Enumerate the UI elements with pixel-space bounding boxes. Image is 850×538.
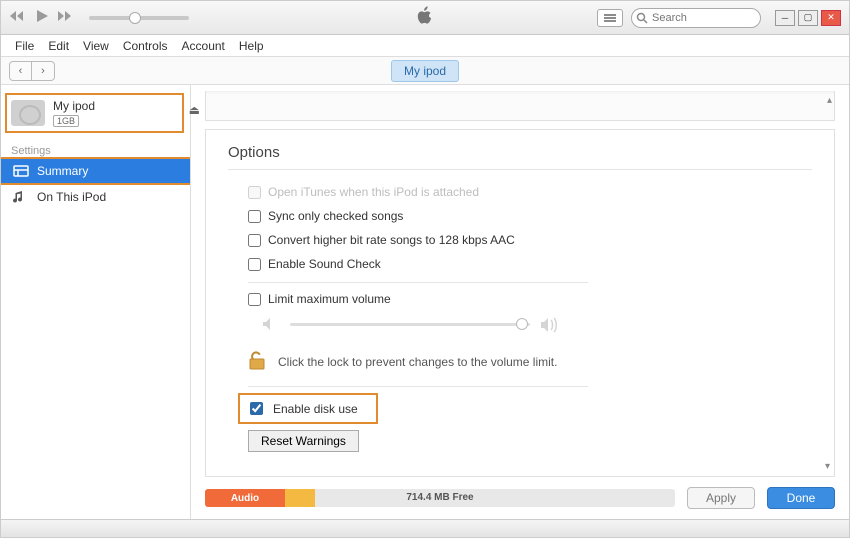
done-button[interactable]: Done — [767, 487, 835, 509]
minimize-button[interactable]: ─ — [775, 10, 795, 26]
checkbox-convert[interactable] — [248, 234, 261, 247]
back-button[interactable]: ‹ — [10, 62, 32, 80]
lock-icon[interactable] — [248, 349, 266, 374]
sidebar-item-on-ipod[interactable]: On This iPod — [1, 185, 190, 209]
apply-button[interactable]: Apply — [687, 487, 755, 509]
options-panel: Options Open iTunes when this iPod is at… — [205, 129, 835, 477]
storage-bar: Audio 714.4 MB Free — [205, 489, 675, 507]
option-sound-check[interactable]: Enable Sound Check — [228, 252, 812, 276]
play-icon[interactable] — [35, 9, 49, 26]
menu-help[interactable]: Help — [233, 37, 270, 55]
menu-account[interactable]: Account — [176, 37, 231, 55]
summary-icon — [13, 164, 29, 178]
option-sync-checked[interactable]: Sync only checked songs — [228, 204, 812, 228]
checkbox-limit-volume[interactable] — [248, 293, 261, 306]
sidebar: My ipod 1GB ⏏ Settings Summary On This i… — [1, 85, 191, 519]
rewind-icon[interactable] — [9, 10, 27, 25]
storage-audio-segment: Audio — [205, 489, 285, 507]
breadcrumb-bar: ‹ › My ipod — [1, 57, 849, 85]
checkbox-open-itunes[interactable] — [248, 186, 261, 199]
menu-edit[interactable]: Edit — [42, 37, 75, 55]
close-button[interactable]: ✕ — [821, 10, 841, 26]
maximize-button[interactable]: ▢ — [798, 10, 818, 26]
player-toolbar: ─ ▢ ✕ — [1, 1, 849, 35]
checkbox-sync-checked[interactable] — [248, 210, 261, 223]
music-note-icon — [13, 190, 29, 204]
status-bar — [1, 519, 849, 537]
volume-slider[interactable] — [89, 16, 189, 20]
search-input[interactable] — [631, 8, 761, 28]
playback-controls — [9, 9, 75, 26]
content-area: ▴ Options Open iTunes when this iPod is … — [191, 85, 849, 519]
window-controls: ─ ▢ ✕ — [775, 10, 841, 26]
forward-button[interactable]: › — [32, 62, 54, 80]
option-limit-volume[interactable]: Limit maximum volume — [228, 287, 812, 311]
top-panel-stub: ▴ — [205, 91, 835, 121]
device-name: My ipod — [53, 99, 95, 113]
lock-hint-text: Click the lock to prevent changes to the… — [278, 355, 557, 369]
menu-bar: File Edit View Controls Account Help — [1, 35, 849, 57]
sidebar-on-ipod-label: On This iPod — [37, 190, 106, 204]
option-open-itunes[interactable]: Open iTunes when this iPod is attached — [228, 180, 812, 204]
apple-logo-icon — [416, 6, 434, 29]
volume-limit-slider[interactable] — [290, 323, 530, 326]
sidebar-item-summary[interactable]: Summary — [1, 157, 190, 185]
device-capacity: 1GB — [53, 115, 79, 127]
bottom-bar: Audio 714.4 MB Free Apply Done — [191, 477, 849, 519]
volume-limit-row — [228, 311, 812, 341]
options-title: Options — [228, 144, 812, 170]
ipod-icon — [11, 100, 45, 126]
device-entry[interactable]: My ipod 1GB ⏏ — [5, 93, 184, 133]
scroll-up-icon[interactable]: ▴ — [827, 95, 832, 106]
eject-icon[interactable]: ⏏ — [189, 103, 200, 117]
nav-buttons: ‹ › — [9, 61, 55, 81]
scroll-down-icon[interactable]: ▾ — [825, 461, 830, 472]
device-tab[interactable]: My ipod — [391, 60, 459, 82]
option-enable-disk[interactable]: Enable disk use — [238, 393, 378, 424]
lock-row: Click the lock to prevent changes to the… — [228, 341, 812, 382]
sidebar-summary-label: Summary — [37, 164, 88, 178]
menu-file[interactable]: File — [9, 37, 40, 55]
menu-view[interactable]: View — [77, 37, 115, 55]
storage-free-text: 714.4 MB Free — [406, 492, 473, 503]
storage-other-segment — [285, 489, 315, 507]
checkbox-sound-check[interactable] — [248, 258, 261, 271]
forward-icon[interactable] — [57, 10, 75, 25]
list-view-icon[interactable] — [597, 9, 623, 27]
reset-warnings-button[interactable]: Reset Warnings — [248, 430, 359, 452]
menu-controls[interactable]: Controls — [117, 37, 174, 55]
checkbox-enable-disk[interactable] — [250, 402, 263, 415]
option-convert[interactable]: Convert higher bit rate songs to 128 kbp… — [228, 228, 812, 252]
speaker-low-icon — [262, 317, 280, 331]
speaker-high-icon — [540, 317, 558, 331]
